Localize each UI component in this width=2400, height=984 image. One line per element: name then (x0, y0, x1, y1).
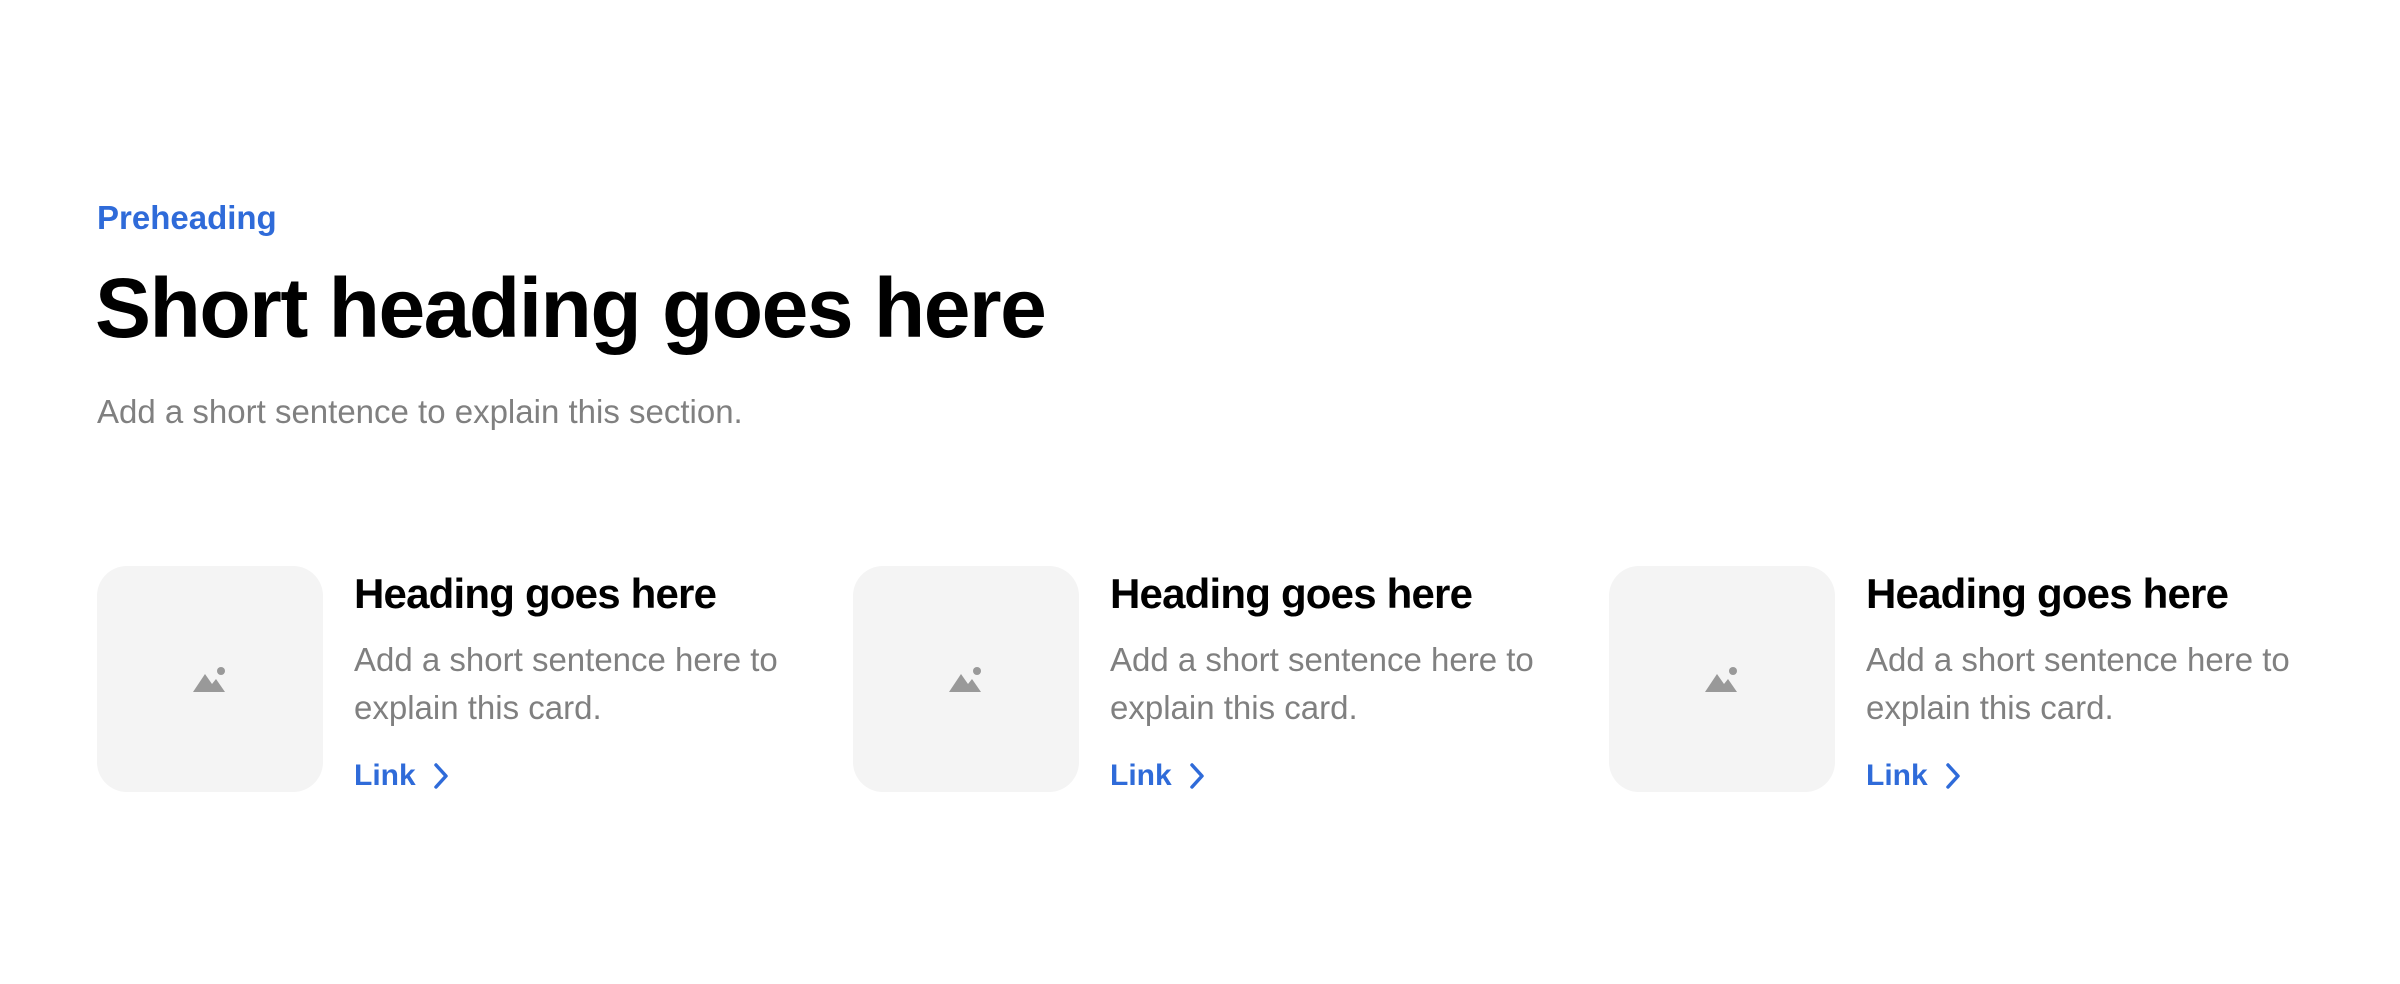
card-description: Add a short sentence here to explain thi… (1866, 641, 2290, 726)
card-link-label: Link (1866, 759, 1928, 792)
image-placeholder-icon (949, 667, 981, 692)
card-heading: Heading goes here (1866, 570, 2229, 617)
card-link-label: Link (1110, 759, 1172, 792)
card-link[interactable]: Link (1110, 758, 1208, 794)
preheading: Preheading (97, 199, 277, 236)
card-heading: Heading goes here (354, 570, 717, 617)
chevron-right-icon (1945, 763, 1960, 789)
feature-section: Preheading Short heading goes here Add a… (0, 0, 2400, 984)
card-image-placeholder (853, 566, 1079, 792)
image-placeholder-icon (193, 667, 225, 692)
feature-card: Heading goes here Add a short sentence h… (853, 566, 1573, 796)
feature-card: Heading goes here Add a short sentence h… (97, 566, 817, 796)
image-placeholder-icon (1705, 667, 1737, 692)
card-image-placeholder (97, 566, 323, 792)
card-heading: Heading goes here (1110, 570, 1473, 617)
card-image-placeholder (1609, 566, 1835, 792)
card-link[interactable]: Link (354, 758, 452, 794)
card-link[interactable]: Link (1866, 758, 1964, 794)
chevron-right-icon (1189, 763, 1204, 789)
section-heading: Short heading goes here (95, 261, 1047, 355)
section-subtitle: Add a short sentence to explain this sec… (97, 393, 743, 430)
chevron-right-icon (433, 763, 448, 789)
card-description: Add a short sentence here to explain thi… (1110, 641, 1534, 726)
card-description: Add a short sentence here to explain thi… (354, 641, 778, 726)
feature-card: Heading goes here Add a short sentence h… (1609, 566, 2329, 796)
card-link-label: Link (354, 759, 416, 792)
